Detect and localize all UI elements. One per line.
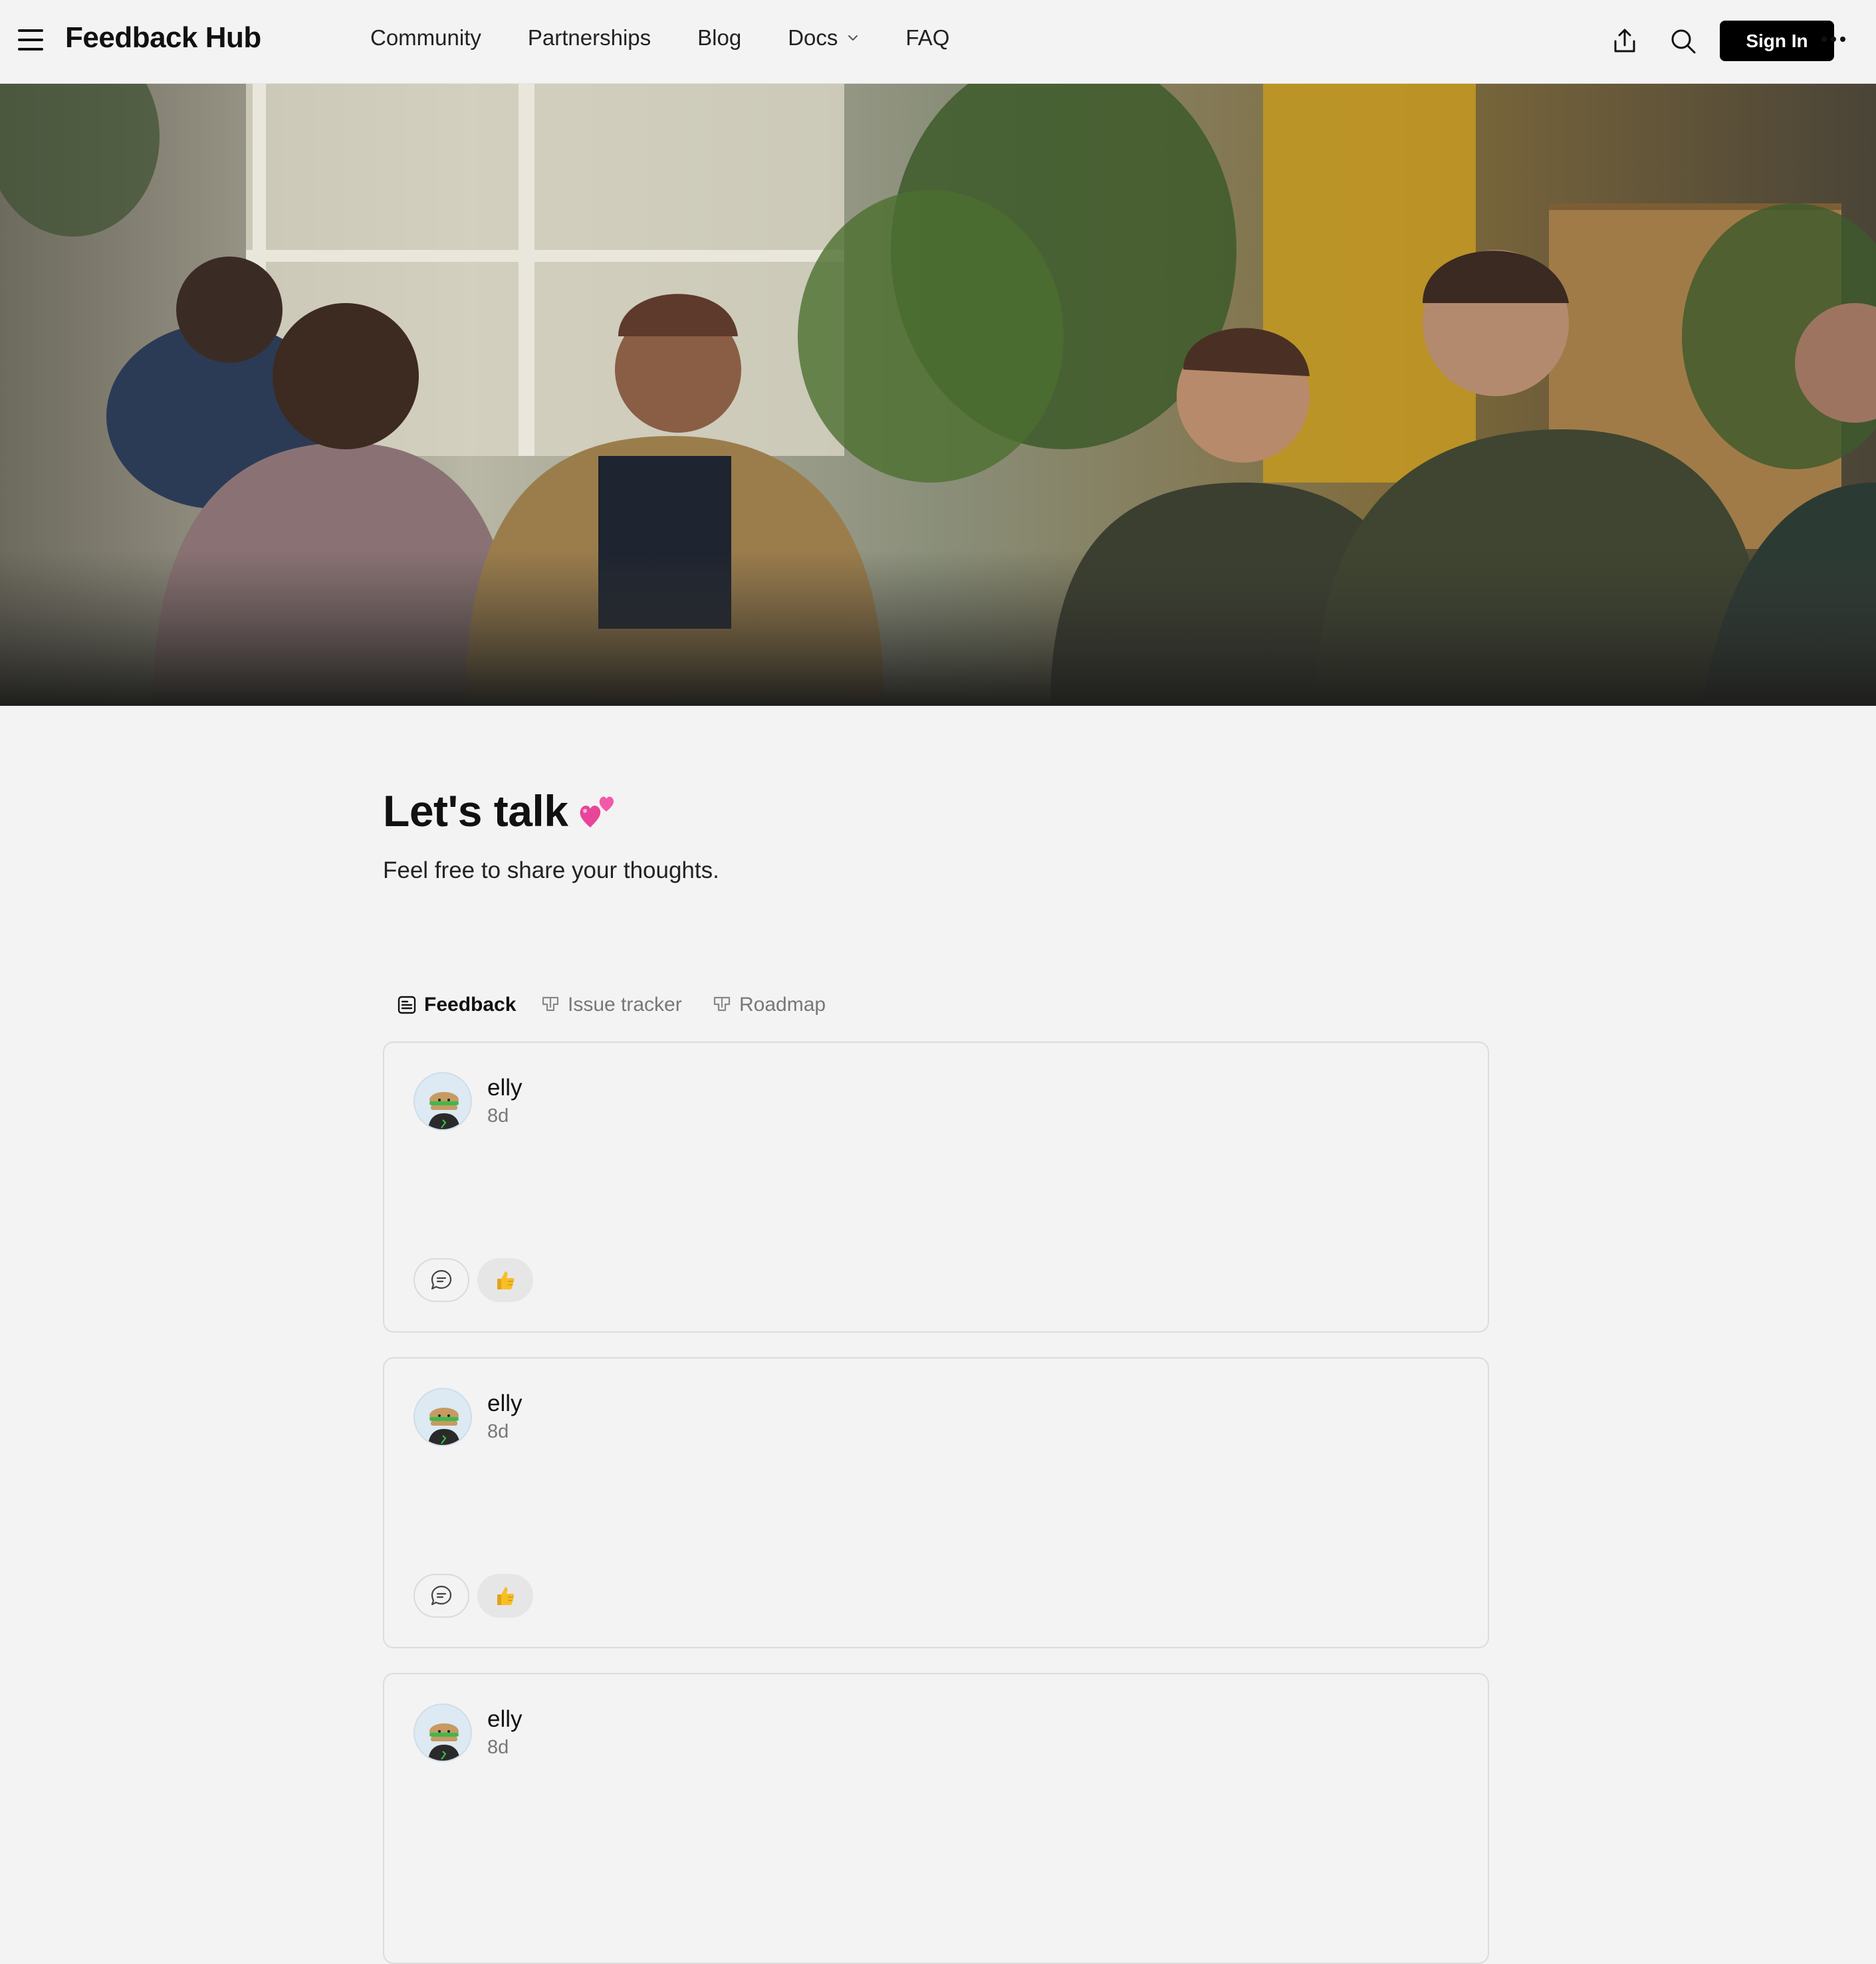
post-author[interactable]: elly [487,1706,523,1733]
search-icon[interactable] [1669,27,1698,56]
comment-button[interactable] [413,1574,469,1618]
nav-link-faq[interactable]: FAQ [905,25,949,51]
sign-in-button[interactable]: Sign In [1720,21,1834,61]
avatar[interactable] [413,1703,472,1762]
thumbs-up-reaction-button[interactable] [477,1574,533,1618]
feedback-icon [398,996,416,1014]
nav-link-docs[interactable]: Docs [788,25,859,51]
burger-avatar-icon [428,1408,460,1445]
page-title: Let's talk [383,786,568,835]
more-options-icon[interactable] [1821,33,1851,47]
tab-issue-tracker[interactable]: Issue tracker [540,954,682,1055]
feedback-post-card[interactable]: elly 8d [383,1673,1489,1964]
comment-button[interactable] [413,1258,469,1302]
tab-feedback[interactable]: Feedback [396,954,516,1055]
comment-icon [431,1269,452,1290]
nav-link-docs-label: Docs [788,25,838,50]
thumbs-up-emoji-icon [497,1271,515,1289]
feedback-post-card[interactable]: elly 8d [383,1041,1489,1333]
avatar[interactable] [413,1072,472,1131]
tab-roadmap[interactable]: Roadmap [711,954,826,1055]
thumbs-up-reaction-button[interactable] [477,1258,533,1302]
two-hearts-emoji-icon [580,796,614,827]
nav-link-partnerships[interactable]: Partnerships [528,25,651,51]
feedback-post-card[interactable]: elly 8d [383,1357,1489,1648]
nav-link-community[interactable]: Community [370,25,481,51]
nav-link-blog[interactable]: Blog [697,25,741,51]
burger-avatar-icon [428,1723,460,1761]
main-nav: Community Partnerships Blog Docs FAQ [370,25,996,51]
share-icon[interactable] [1610,27,1639,56]
thumbs-up-emoji-icon [497,1587,515,1605]
roadmap-icon [713,996,731,1012]
post-time: 8d [487,1737,509,1758]
tab-feedback-label: Feedback [424,994,517,1016]
tab-issue-tracker-label: Issue tracker [568,994,682,1016]
post-time: 8d [487,1421,509,1442]
hero-image [0,84,1876,706]
page-heading: Let's talk [383,786,621,836]
comment-icon [431,1585,452,1606]
issue-tracker-icon [542,996,559,1012]
post-author[interactable]: elly [487,1075,523,1101]
post-time: 8d [487,1105,509,1127]
avatar[interactable] [413,1388,472,1446]
menu-icon[interactable] [18,29,43,53]
top-navigation-bar: Feedback Hub Community Partnerships Blog… [0,0,1876,84]
board-tabs: Feedback Issue tracker Roadmap [383,954,1489,1055]
page-subtitle: Feel free to share your thoughts. [383,857,719,883]
site-brand[interactable]: Feedback Hub [65,21,261,55]
post-author[interactable]: elly [487,1390,523,1417]
burger-avatar-icon [428,1092,460,1129]
tab-roadmap-label: Roadmap [739,994,826,1016]
chevron-down-icon [848,35,858,41]
